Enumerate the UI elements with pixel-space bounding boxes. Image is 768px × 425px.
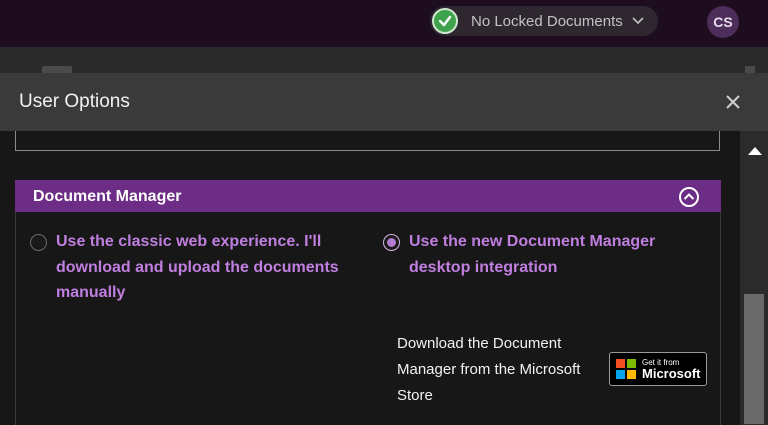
avatar[interactable]: CS	[707, 6, 739, 38]
document-manager-section-header[interactable]: Document Manager	[15, 180, 721, 212]
microsoft-store-badge[interactable]: Get it from Microsoft	[609, 352, 707, 386]
modal-header: User Options	[0, 73, 768, 131]
classic-experience-radio[interactable]	[30, 234, 47, 251]
desktop-integration-radio[interactable]	[383, 234, 400, 251]
microsoft-logo-icon	[616, 359, 636, 379]
close-icon[interactable]	[722, 91, 744, 113]
top-bar: No Locked Documents CS	[0, 0, 768, 47]
locked-documents-dropdown[interactable]: No Locked Documents	[430, 6, 658, 36]
download-instructions: Download the Document Manager from the M…	[397, 335, 581, 404]
scrollbar-thumb[interactable]	[744, 294, 764, 424]
section-title: Document Manager	[33, 188, 182, 205]
locked-documents-label: No Locked Documents	[471, 12, 623, 30]
collapse-up-icon[interactable]	[678, 186, 700, 208]
store-badge-big-text: Microsoft	[642, 365, 701, 381]
radio-selected-dot	[387, 238, 396, 247]
check-icon	[432, 8, 458, 34]
chevron-down-icon	[632, 17, 644, 25]
desktop-integration-label[interactable]: Use the new Document Manager desktop int…	[409, 229, 709, 280]
classic-experience-label[interactable]: Use the classic web experience. I'll dow…	[56, 229, 366, 306]
scroll-up-arrow-icon[interactable]	[748, 143, 762, 161]
scrollbar[interactable]	[740, 131, 768, 425]
previous-section-box	[15, 131, 720, 151]
modal-title: User Options	[19, 91, 130, 112]
page-backdrop	[0, 47, 768, 73]
